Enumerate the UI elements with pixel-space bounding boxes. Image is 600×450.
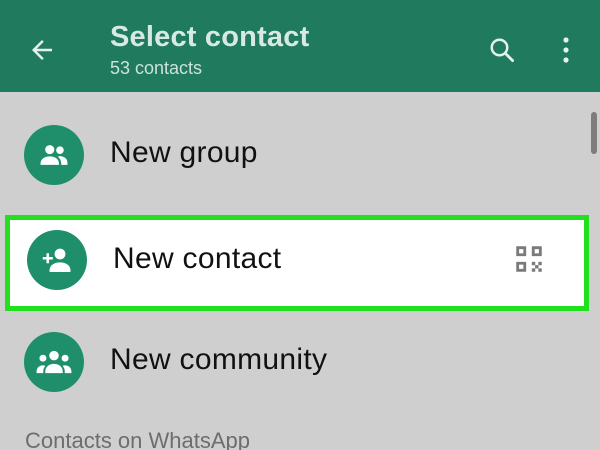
contact-avatar [27,230,87,290]
scrollbar[interactable] [591,112,597,154]
new-contact-label: New contact [113,242,282,275]
new-community-label: New community [110,343,328,376]
contacts-section-header: Contacts on WhatsApp [25,428,251,450]
title-block: Select contact 53 contacts [110,20,309,79]
app-bar: Select contact 53 contacts [0,0,600,92]
new-group-item[interactable]: New group [0,92,592,196]
more-options-button[interactable] [548,28,584,72]
new-contact-item[interactable]: New contact [5,215,589,311]
new-community-item[interactable]: New community [0,316,592,420]
search-button[interactable] [480,28,524,72]
page-title: Select contact [110,21,310,53]
search-icon [490,38,514,62]
qr-code-button[interactable] [507,237,551,281]
qr-code-icon [516,246,542,272]
contact-count: 53 contacts [110,58,203,78]
community-avatar [24,332,84,392]
community-icon [36,350,72,374]
group-icon [40,145,68,165]
back-button[interactable] [18,26,66,74]
person-add-icon [42,248,71,272]
action-list: New group New contact New community Cont… [0,92,600,450]
arrow-left-icon [32,40,52,60]
new-group-label: New group [110,136,258,169]
group-avatar [24,125,84,185]
more-vert-icon [563,37,569,63]
